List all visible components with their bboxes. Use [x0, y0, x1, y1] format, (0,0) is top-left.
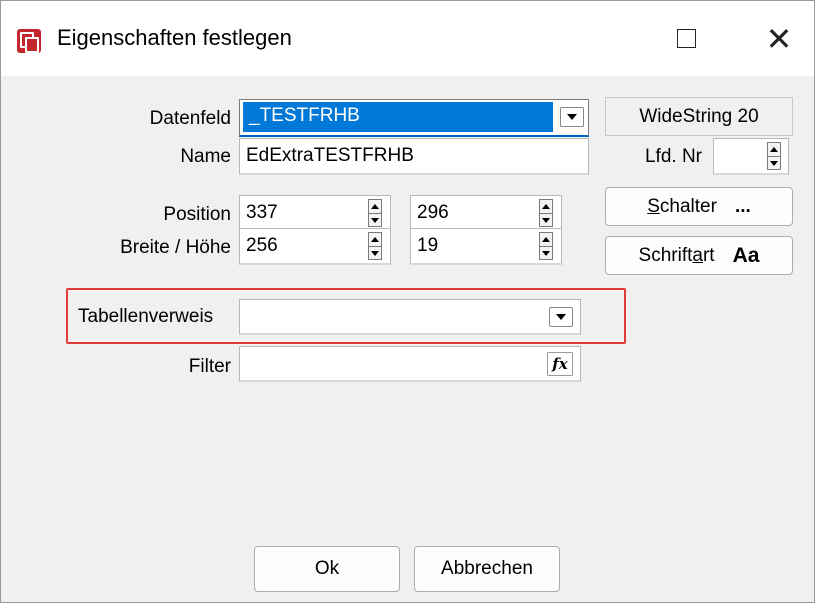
title-bar: Eigenschaften festlegen ✕: [1, 1, 814, 76]
filter-input[interactable]: [239, 346, 581, 382]
window-title: Eigenschaften festlegen: [57, 25, 292, 50]
chevron-down-icon: [556, 314, 566, 320]
datenfeld-dropdown-button[interactable]: [560, 107, 584, 127]
close-button[interactable]: ✕: [749, 11, 809, 66]
ellipsis-icon: ...: [734, 195, 751, 217]
properties-app-icon: [17, 29, 41, 53]
datatype-display: WideString 20: [605, 97, 793, 136]
dialog-window: Eigenschaften festlegen ✕ Datenfeld _TES…: [0, 0, 815, 603]
position-x-spinner[interactable]: [368, 199, 382, 227]
name-input[interactable]: EdExtraTESTFRHB: [239, 138, 589, 175]
schalter-button[interactable]: Schalter ...: [605, 187, 793, 226]
ok-button[interactable]: Ok: [254, 546, 400, 592]
maximize-icon: [676, 29, 696, 48]
chevron-down-icon: [567, 114, 577, 120]
height-spinner[interactable]: [539, 232, 553, 260]
close-icon: ✕: [765, 19, 793, 58]
datenfeld-label: Datenfeld: [149, 108, 231, 129]
function-fx-icon[interactable]: fx: [547, 352, 573, 376]
lfd-nr-label: Lfd. Nr: [644, 146, 702, 167]
name-label: Name: [180, 146, 231, 167]
font-icon: Aa: [732, 243, 760, 267]
tabellenverweis-label: Tabellenverweis: [78, 306, 214, 327]
schriftart-button[interactable]: Schriftart Aa: [605, 236, 793, 275]
filter-label: Filter: [188, 356, 231, 377]
position-y-spinner[interactable]: [539, 199, 553, 227]
maximize-button[interactable]: [656, 11, 716, 66]
datenfeld-selected-value: _TESTFRHB: [243, 102, 553, 132]
breite-hoehe-label: Breite / Höhe: [120, 237, 231, 258]
tabellenverweis-dropdown-button[interactable]: [549, 307, 573, 327]
lfd-nr-spinner[interactable]: [767, 142, 781, 170]
cancel-button[interactable]: Abbrechen: [414, 546, 560, 592]
tabellenverweis-select[interactable]: [239, 299, 581, 335]
width-spinner[interactable]: [368, 232, 382, 260]
datenfeld-select[interactable]: _TESTFRHB: [239, 99, 589, 137]
position-label: Position: [163, 204, 231, 225]
